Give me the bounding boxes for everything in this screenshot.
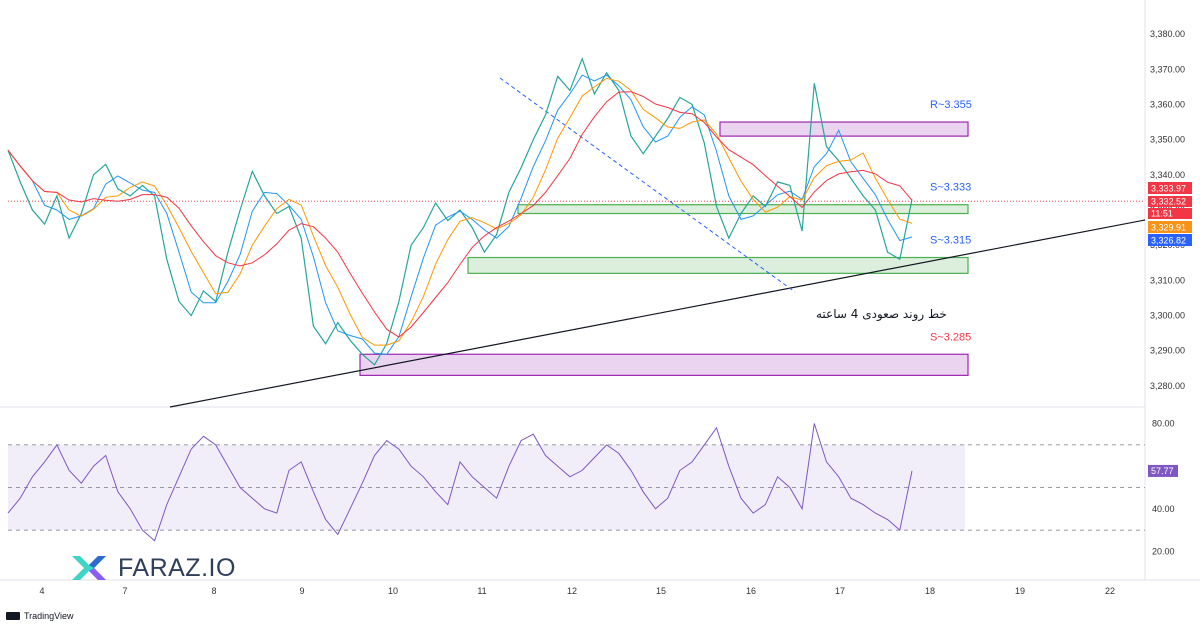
price-label-text: 3,329.91 — [1151, 223, 1186, 233]
rsi-tick-label: 40.00 — [1152, 504, 1175, 514]
price-tick-label: 3,290.00 — [1150, 346, 1185, 356]
price-label-text: 11:51 — [1151, 209, 1173, 219]
time-tick-label: 11 — [477, 586, 486, 596]
time-tick-label: 10 — [388, 586, 398, 596]
trendline-annotation: خط روند صعودی 4 ساعته — [816, 307, 947, 322]
price-tick-label: 3,380.00 — [1150, 29, 1185, 39]
time-tick-label: 22 — [1105, 586, 1115, 596]
ascending-trendline[interactable] — [169, 219, 1146, 408]
faraz-logo-icon — [72, 556, 106, 580]
time-tick-label: 4 — [39, 586, 44, 596]
price-labels: 3,333.97 3,332.52 11:51 3,329.91 3,326.82 57.… — [1148, 182, 1192, 477]
rsi-tick-label: 20.00 — [1152, 546, 1175, 556]
time-tick-label: 12 — [567, 586, 577, 596]
time-tick-label: 19 — [1015, 586, 1025, 596]
zones-layer: R~3.355 S~3.333 S~3.315 S~3.285 — [359, 99, 972, 376]
time-tick-label: 18 — [925, 586, 935, 596]
tradingview-footer[interactable]: TradingView — [6, 611, 74, 621]
price-tick-label: 3,310.00 — [1150, 275, 1185, 285]
zone-box — [719, 121, 969, 137]
price-chart[interactable]: R~3.355 S~3.333 S~3.315 S~3.285 3,280.00 3,2… — [0, 0, 1200, 630]
time-tick-label: 16 — [746, 586, 756, 596]
rsi-band-layer — [8, 444, 1145, 531]
zone-label: S~3.333 — [930, 182, 971, 194]
time-tick-label: 15 — [656, 586, 666, 596]
zone-label: S~3.285 — [930, 331, 971, 343]
rsi-band — [8, 444, 965, 531]
price-label-text: 3,332.52 — [1151, 197, 1186, 207]
price-tick-label: 3,340.00 — [1150, 170, 1185, 180]
time-tick-label: 17 — [835, 586, 845, 596]
moving-average-line — [7, 74, 913, 355]
zone-box — [467, 256, 969, 274]
annotations-layer: خط روند صعودی 4 ساعته — [816, 307, 947, 322]
time-tick-label: 9 — [299, 586, 304, 596]
price-tick-label: 3,350.00 — [1150, 135, 1185, 145]
tradingview-logo-icon — [6, 612, 20, 620]
brand-name: FARAZ.IO — [118, 553, 236, 582]
price-tick-label: 3,370.00 — [1150, 64, 1185, 74]
zone-label: S~3.315 — [930, 235, 971, 247]
price-label-text: 3,333.97 — [1151, 184, 1186, 194]
price-tick-label: 3,300.00 — [1150, 311, 1185, 321]
tradingview-label: TradingView — [24, 611, 74, 621]
price-tick-label: 3,280.00 — [1150, 381, 1185, 391]
price-label-text: 3,326.82 — [1151, 236, 1186, 246]
zone-box — [517, 204, 969, 215]
rsi-tick-label: 80.00 — [1152, 419, 1175, 429]
zone-label: R~3.355 — [930, 99, 972, 111]
faraz-brand: FARAZ.IO — [68, 548, 236, 588]
price-tick-label: 3,360.00 — [1150, 99, 1185, 109]
rsi-value-text: 57.77 — [1151, 466, 1174, 476]
rsi-axis[interactable]: 20.00 40.00 80.00 — [1152, 419, 1175, 557]
zone-box — [359, 353, 969, 376]
